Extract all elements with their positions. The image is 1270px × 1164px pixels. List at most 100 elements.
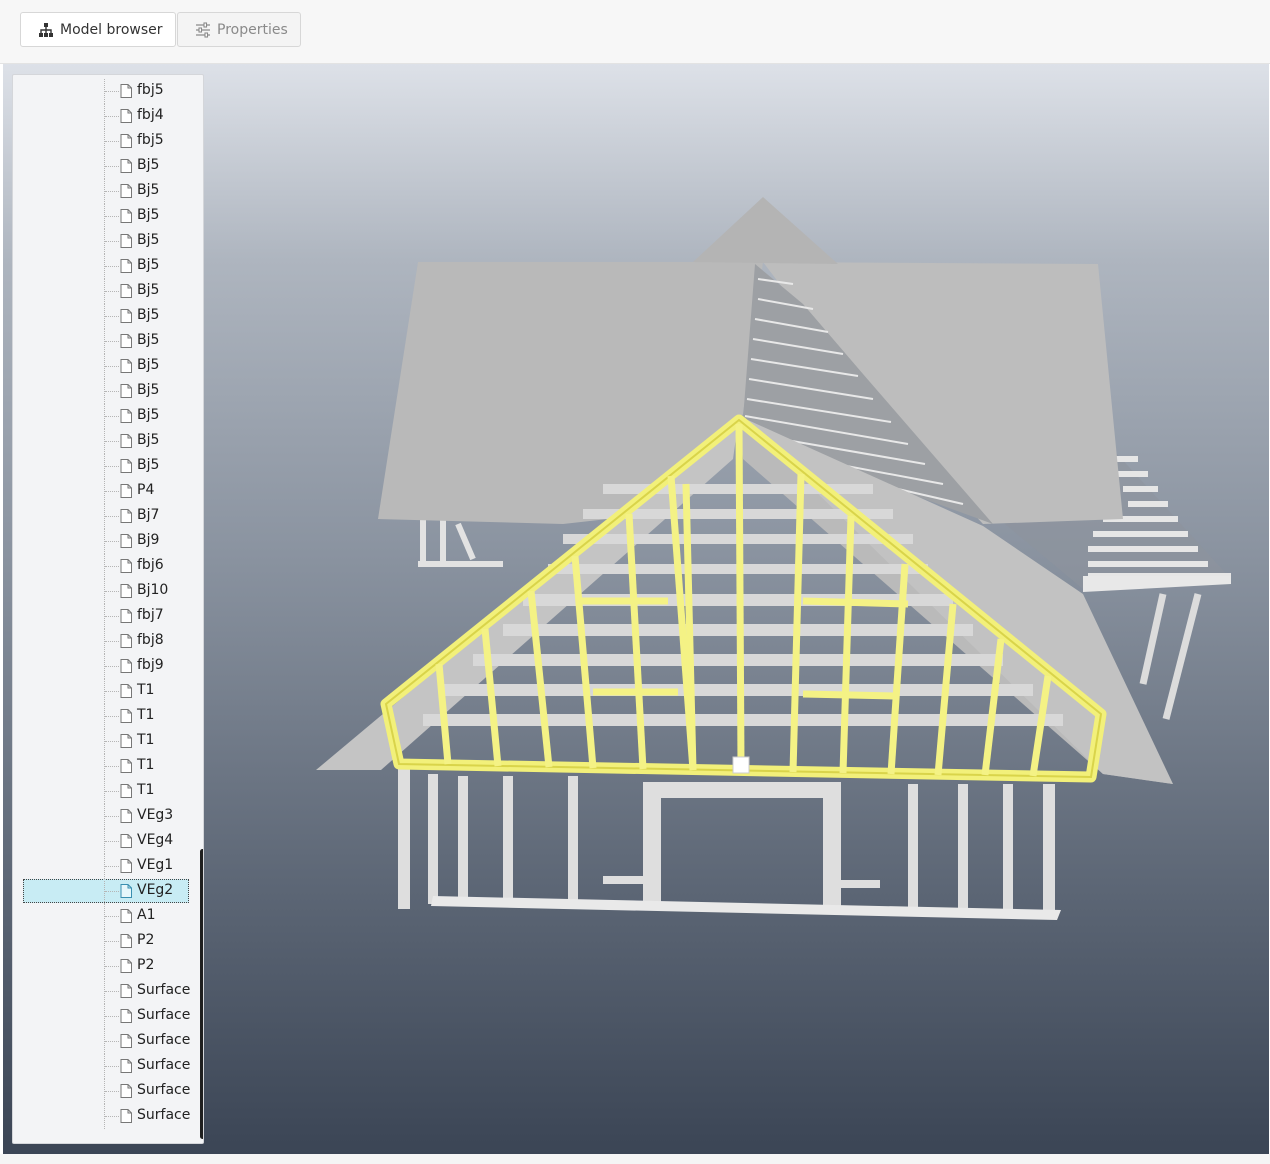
tree-item[interactable]: fbj5 [13, 79, 199, 104]
tree-item[interactable]: T1 [13, 754, 199, 779]
tree-item[interactable]: VEg1 [13, 854, 199, 879]
tree-item[interactable]: Bj5 [13, 179, 199, 204]
tree-item[interactable]: Bj5 [13, 154, 199, 179]
tree-connector [105, 841, 119, 842]
tree-item[interactable]: T1 [13, 779, 199, 804]
tree-item-label: Bj7 [137, 507, 160, 523]
tree-item[interactable]: Surface [13, 1004, 199, 1029]
tree-item-label: A1 [137, 907, 156, 923]
tree-item[interactable]: VEg4 [13, 829, 199, 854]
tree-item[interactable]: T1 [13, 704, 199, 729]
tree-connector [105, 691, 119, 692]
tree-item[interactable]: VEg2 [13, 879, 199, 904]
document-icon [120, 684, 132, 698]
tree-item-label: T1 [137, 682, 155, 698]
tree-item[interactable]: P2 [13, 954, 199, 979]
document-icon [120, 1109, 132, 1123]
tree-item[interactable]: Bj5 [13, 379, 199, 404]
tree-item[interactable]: Bj5 [13, 404, 199, 429]
tree-item[interactable]: Bj5 [13, 204, 199, 229]
document-icon [120, 784, 132, 798]
tree-item[interactable]: Bj5 [13, 454, 199, 479]
tree-item[interactable]: fbj6 [13, 554, 199, 579]
tree-item[interactable]: fbj8 [13, 629, 199, 654]
document-icon [120, 284, 132, 298]
tree-connector [105, 891, 119, 892]
document-icon [120, 959, 132, 973]
tree-connector [105, 516, 119, 517]
tree-item-label: P2 [137, 957, 155, 973]
tree-item-label: Bj5 [137, 382, 160, 398]
tree-connector [105, 441, 119, 442]
tree-item[interactable]: Bj5 [13, 304, 199, 329]
hierarchy-icon [39, 22, 53, 37]
tree-item[interactable]: Surface [13, 979, 199, 1004]
tree-item-label: Surface [137, 1032, 191, 1048]
document-icon [120, 1009, 132, 1023]
tree-item[interactable]: Surface [13, 1054, 199, 1079]
tree-connector [105, 1116, 119, 1117]
tree-item-label: Bj9 [137, 532, 160, 548]
tab-model-browser-label: Model browser [60, 21, 163, 38]
document-icon [120, 909, 132, 923]
tree-item[interactable]: Surface [13, 1029, 199, 1054]
tree-item[interactable]: Bj5 [13, 354, 199, 379]
tree-item[interactable]: A1 [13, 904, 199, 929]
tree-item[interactable]: Surface [13, 1104, 199, 1129]
tab-properties-label: Properties [217, 21, 288, 38]
tree-item-label: fbj6 [137, 557, 164, 573]
tree-item-label: Surface [137, 1107, 191, 1123]
tree-connector [105, 616, 119, 617]
tree-item[interactable]: Bj5 [13, 429, 199, 454]
tab-model-browser[interactable]: Model browser [20, 12, 176, 47]
tree-item-label: Bj5 [137, 332, 160, 348]
tree-item-label: fbj5 [137, 82, 164, 98]
document-icon [120, 159, 132, 173]
document-icon [120, 759, 132, 773]
model-browser-panel[interactable]: fbj5 fbj4 fbj5 Bj5 Bj5 Bj5 Bj5 Bj5 Bj5 Bj5 Bj5 Bj5 B… [12, 74, 204, 1144]
tree-item-label: Surface [137, 1057, 191, 1073]
tree-item[interactable]: VEg3 [13, 804, 199, 829]
tree-item-label: Bj5 [137, 282, 160, 298]
document-icon [120, 559, 132, 573]
document-icon [120, 134, 132, 148]
tree-item[interactable]: Bj7 [13, 504, 199, 529]
tree-item[interactable]: T1 [13, 679, 199, 704]
document-icon [120, 634, 132, 648]
document-icon [120, 234, 132, 248]
tab-properties[interactable]: Properties [177, 12, 301, 47]
tree-connector [105, 916, 119, 917]
tree-item[interactable]: T1 [13, 729, 199, 754]
lower-walls [398, 769, 1061, 920]
tree-item[interactable]: Bj5 [13, 254, 199, 279]
tree-item[interactable]: P4 [13, 479, 199, 504]
tree-item[interactable]: fbj7 [13, 604, 199, 629]
document-icon [120, 384, 132, 398]
document-icon [120, 434, 132, 448]
tree-item[interactable]: Surface [13, 1079, 199, 1104]
tree-item[interactable]: P2 [13, 929, 199, 954]
tree-connector [105, 366, 119, 367]
tree-item[interactable]: Bj10 [13, 579, 199, 604]
tree-item-label: T1 [137, 707, 155, 723]
document-icon [120, 459, 132, 473]
tree-item[interactable]: Bj5 [13, 229, 199, 254]
document-icon [120, 984, 132, 998]
tree-item-label: fbj9 [137, 657, 164, 673]
tree-item[interactable]: fbj5 [13, 129, 199, 154]
document-icon [120, 934, 132, 948]
tree-item[interactable]: fbj9 [13, 654, 199, 679]
document-icon [120, 1059, 132, 1073]
document-icon [120, 209, 132, 223]
model-tree: fbj5 fbj4 fbj5 Bj5 Bj5 Bj5 Bj5 Bj5 Bj5 Bj5 Bj5 Bj5 B… [13, 79, 199, 1129]
tree-scrollbar[interactable] [200, 849, 203, 1139]
document-icon [120, 509, 132, 523]
tree-item-label: Bj5 [137, 357, 160, 373]
document-icon [120, 359, 132, 373]
document-icon [120, 734, 132, 748]
tree-connector [105, 1091, 119, 1092]
tree-item[interactable]: fbj4 [13, 104, 199, 129]
tree-item[interactable]: Bj5 [13, 329, 199, 354]
tree-item[interactable]: Bj9 [13, 529, 199, 554]
tree-item[interactable]: Bj5 [13, 279, 199, 304]
